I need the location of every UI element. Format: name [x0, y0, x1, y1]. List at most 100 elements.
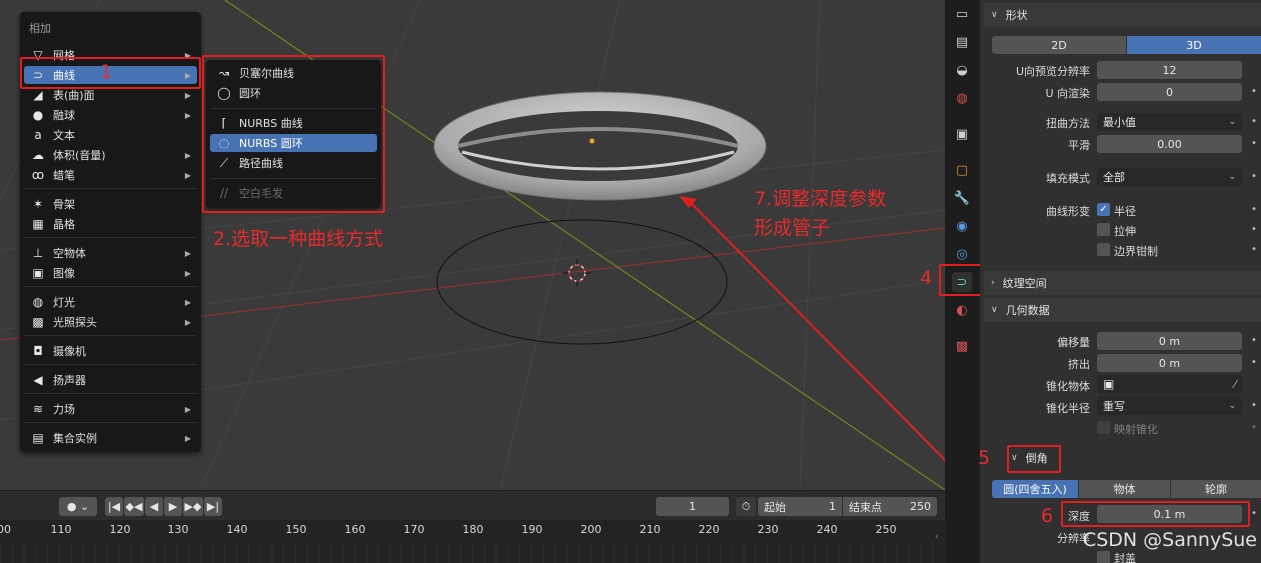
menu-item-collection-instance[interactable]: ▤ 集合实例 ▶	[24, 429, 197, 447]
menu-item-grease-pencil[interactable]: ꝏ 蜡笔 ▶	[24, 166, 197, 184]
world-tab-icon[interactable]: ▣	[952, 124, 972, 144]
object-tab-icon[interactable]: ▢	[952, 160, 972, 180]
menu-item-volume[interactable]: ☁ 体积(音量) ▶	[24, 146, 197, 164]
text-icon: a	[34, 128, 42, 142]
bounds-clamp-checkbox[interactable]	[1097, 243, 1110, 256]
keyframe-dot-icon[interactable]: •	[1251, 400, 1257, 411]
menu-separator	[24, 393, 197, 394]
bezier-curve-icon: ↝	[218, 66, 230, 80]
prev-keyframe-icon[interactable]: ◆◀	[124, 497, 144, 516]
map-taper-checkbox[interactable]	[1097, 421, 1110, 434]
submenu-arrow-icon: ▶	[184, 404, 191, 414]
timeline-ruler[interactable]: 00 110 120 130 140 150 160 170 180 190 2…	[0, 520, 945, 563]
stopwatch-icon[interactable]: ⏱	[736, 497, 756, 516]
mode-2d-button[interactable]: 2D	[992, 36, 1126, 54]
menu-item-path[interactable]: ⟋ 路径曲线	[210, 154, 377, 172]
speaker-icon: ◀	[33, 373, 43, 387]
3d-viewport[interactable]: 相加 ▽ 网格 ▶ ⊃ 曲线 ▶ ◢ 表(曲)面 ▶ ● 融球 ▶ a 文本 ☁…	[0, 0, 945, 490]
jump-start-icon[interactable]: |◀	[105, 497, 123, 516]
fill-mode-dropdown[interactable]: 全部 ⌄	[1097, 168, 1242, 186]
menu-item-nurbs-curve[interactable]: ⌈ NURBS 曲线	[210, 114, 377, 132]
tick-label: 220	[698, 523, 720, 536]
stretch-checkbox[interactable]	[1097, 223, 1110, 236]
resolution-preview-u-field[interactable]: 12	[1097, 61, 1242, 79]
curve-data-tab-icon[interactable]: ⊃	[952, 272, 972, 292]
render-tab-icon[interactable]: ▭	[952, 4, 972, 24]
particles-tab-icon[interactable]: ◉	[952, 216, 972, 236]
smooth-field[interactable]: 0.00	[1097, 135, 1242, 153]
armature-icon: ✶	[32, 197, 44, 211]
image-icon: ▣	[32, 266, 44, 280]
menu-item-bezier[interactable]: ↝ 贝塞尔曲线	[210, 64, 377, 82]
start-frame-label: 起始	[764, 500, 786, 514]
twist-method-dropdown[interactable]: 最小值 ⌄	[1097, 113, 1242, 131]
keyframe-dot-icon[interactable]: •	[1251, 357, 1257, 368]
keyframe-dot-icon[interactable]: •	[1251, 244, 1257, 255]
start-frame-value: 1	[829, 500, 836, 513]
taper-object-field[interactable]: ▣ ⁄	[1097, 375, 1242, 393]
bevel-mode-object-button[interactable]: 物体	[1079, 480, 1170, 498]
end-frame-field[interactable]: 结束点 250	[843, 497, 937, 516]
keyframe-dot-icon[interactable]: •	[1251, 224, 1257, 235]
jump-end-icon[interactable]: ▶|	[204, 497, 222, 516]
fill-caps-checkbox[interactable]	[1097, 551, 1110, 563]
keyframe-dot-icon[interactable]: •	[1251, 116, 1257, 127]
camera-icon: ◘	[33, 344, 43, 358]
eyedropper-icon[interactable]: ⁄	[1234, 378, 1236, 391]
menu-item-light-probe[interactable]: ▩ 光照探头 ▶	[24, 313, 197, 331]
volume-icon: ☁	[32, 148, 44, 162]
menu-item-metaball[interactable]: ● 融球 ▶	[24, 106, 197, 124]
keyframe-dot-icon[interactable]: •	[1251, 508, 1257, 519]
keyframe-dot-icon[interactable]: •	[1251, 171, 1257, 182]
menu-item-armature[interactable]: ✶ 骨架	[24, 195, 197, 213]
radius-checkbox[interactable]: ✓	[1097, 203, 1110, 216]
texture-tab-icon[interactable]: ▩	[952, 336, 972, 356]
next-keyframe-icon[interactable]: ▶◆	[183, 497, 203, 516]
offset-field[interactable]: 0 m	[1097, 332, 1242, 350]
keyframe-dot-icon[interactable]: •	[1251, 138, 1257, 149]
bevel-mode-round-button[interactable]: 圆(四舍五入)	[992, 480, 1078, 498]
keyframe-dot-icon[interactable]: •	[1251, 204, 1257, 215]
material-tab-icon[interactable]: ◐	[952, 300, 972, 320]
start-frame-field[interactable]: 起始 1	[758, 497, 842, 516]
panel-shape-header[interactable]: ∨ 形状	[984, 3, 1261, 27]
taper-radius-dropdown[interactable]: 重写 ⌄	[1097, 397, 1242, 415]
menu-item-lattice[interactable]: ▦ 晶格	[24, 215, 197, 233]
menu-item-speaker[interactable]: ◀ 扬声器	[24, 371, 197, 389]
menu-item-circle[interactable]: ◯ 圆环	[210, 84, 377, 102]
menu-item-nurbs-circle[interactable]: ◌ NURBS 圆环	[210, 134, 377, 152]
play-reverse-icon[interactable]: ◀	[145, 497, 163, 516]
menu-item-force-field[interactable]: ≋ 力场 ▶	[24, 400, 197, 418]
render-u-field[interactable]: 0	[1097, 83, 1242, 101]
keyframe-dot-icon[interactable]: •	[1251, 86, 1257, 97]
add-menu-title: 相加	[29, 22, 51, 35]
scene-tab-icon[interactable]: ◍	[952, 88, 972, 108]
menu-item-image[interactable]: ▣ 图像 ▶	[24, 264, 197, 282]
ruler-track	[0, 542, 935, 563]
menu-item-empty[interactable]: ⊥ 空物体 ▶	[24, 244, 197, 262]
view-layer-tab-icon[interactable]: ◒	[952, 60, 972, 80]
current-frame-field[interactable]: 1	[656, 497, 729, 516]
play-icon[interactable]: ▶	[164, 497, 182, 516]
extrude-field[interactable]: 0 m	[1097, 354, 1242, 372]
keying-dropdown[interactable]: ● ⌄	[59, 497, 97, 516]
mode-3d-button[interactable]: 3D	[1127, 36, 1261, 54]
keyframe-dot-icon[interactable]: •	[1251, 335, 1257, 346]
output-tab-icon[interactable]: ▤	[952, 32, 972, 52]
modifier-tab-icon[interactable]: 🔧	[952, 188, 972, 208]
panel-geometry-header[interactable]: ∨ 几何数据	[984, 298, 1261, 322]
dropdown-value: 重写	[1103, 400, 1125, 413]
menu-item-surface[interactable]: ◢ 表(曲)面 ▶	[24, 86, 197, 104]
field-label: 填充模式	[1046, 172, 1090, 185]
menu-item-light[interactable]: ◍ 灯光 ▶	[24, 293, 197, 311]
collapse-arrow-icon[interactable]: ‹	[935, 532, 939, 542]
physics-tab-icon[interactable]: ◎	[952, 244, 972, 264]
bevel-mode-profile-button[interactable]: 轮廓	[1171, 480, 1261, 498]
panel-texture-space-header[interactable]: › 纹理空间	[984, 271, 1261, 295]
menu-item-text[interactable]: a 文本	[24, 126, 197, 144]
menu-item-camera[interactable]: ◘ 摄像机	[24, 342, 197, 360]
keyframe-dot-icon[interactable]: •	[1251, 422, 1257, 433]
tick-label: 140	[226, 523, 248, 536]
bevel-depth-field[interactable]: 0.1 m	[1097, 505, 1242, 523]
panel-bevel-header[interactable]: ∨ 倒角	[984, 446, 1261, 470]
